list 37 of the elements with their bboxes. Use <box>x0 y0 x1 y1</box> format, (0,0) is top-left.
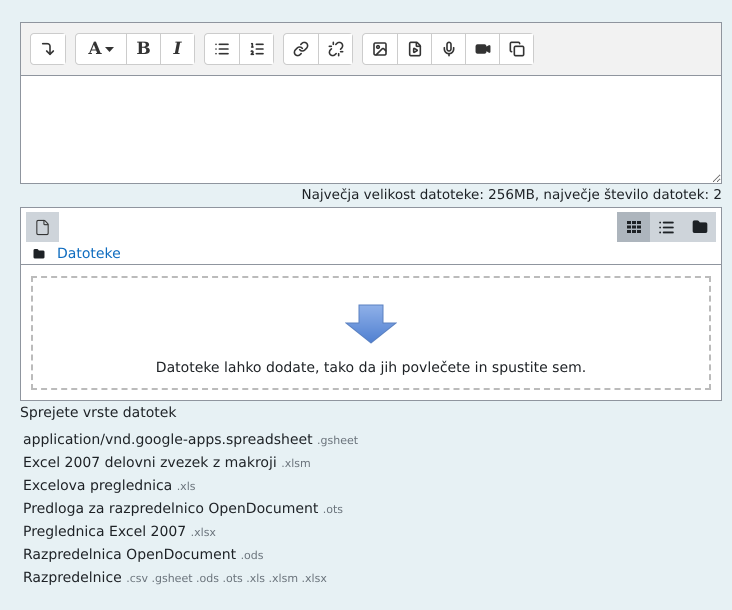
numbers-button[interactable] <box>239 34 273 64</box>
file-type: Predloga za razpredelnico OpenDocument .ots <box>23 500 344 519</box>
view-button[interactable] <box>683 212 716 242</box>
view-button[interactable] <box>650 212 683 242</box>
view-button[interactable] <box>617 212 650 242</box>
link-icon <box>293 41 309 57</box>
accepted-types-title: Sprejete vrste datotek <box>20 405 178 421</box>
file-limits: Največja velikost datoteke: 256MB, največje število datotek: 2 <box>300 187 722 203</box>
file-type: Razpredelnica OpenDocument .ods <box>23 546 265 565</box>
microphone-icon <box>440 41 456 57</box>
file-type: application/vnd.google-apps.spreadsheet .gsheet <box>23 431 360 450</box>
unlink-icon <box>328 41 344 57</box>
italic-button[interactable]: I <box>160 34 194 64</box>
list-icon <box>658 218 675 236</box>
file-icon <box>34 218 51 236</box>
drop-zone[interactable]: Datoteke lahko dodate, tako da jih povlečete in spustite sem. <box>31 276 711 390</box>
unlink-button[interactable] <box>318 34 352 64</box>
folder-icon <box>692 219 708 235</box>
add-file-button[interactable] <box>26 212 59 242</box>
file-type: Excel 2007 delovni zvezek z makroji .xlsm <box>23 454 312 473</box>
file-type: Excelova preglednica .xls <box>23 477 196 496</box>
file-type: Razpredelnice .csv .gsheet .ods .ots .xls .xlsm .xlsx <box>23 569 328 588</box>
bullet-list-icon <box>214 41 230 57</box>
paste-button[interactable] <box>499 34 533 64</box>
numbered-list-icon <box>248 41 264 57</box>
grid-icon <box>626 221 640 233</box>
copy-icon <box>508 41 524 57</box>
caret-icon <box>104 46 114 52</box>
folder-link[interactable]: Datoteke <box>57 246 121 262</box>
video-camera-icon <box>474 41 490 57</box>
video-file-icon <box>406 41 422 57</box>
file-type: Preglednica Excel 2007 .xlsx <box>23 523 217 542</box>
down-arrow-icon <box>345 304 397 344</box>
collapse-icon <box>40 41 56 57</box>
image-icon <box>372 41 388 57</box>
drop-hint: Datoteke lahko dodate, tako da jih povlečete in spustite sem. <box>156 360 586 376</box>
folder-icon <box>33 248 45 260</box>
